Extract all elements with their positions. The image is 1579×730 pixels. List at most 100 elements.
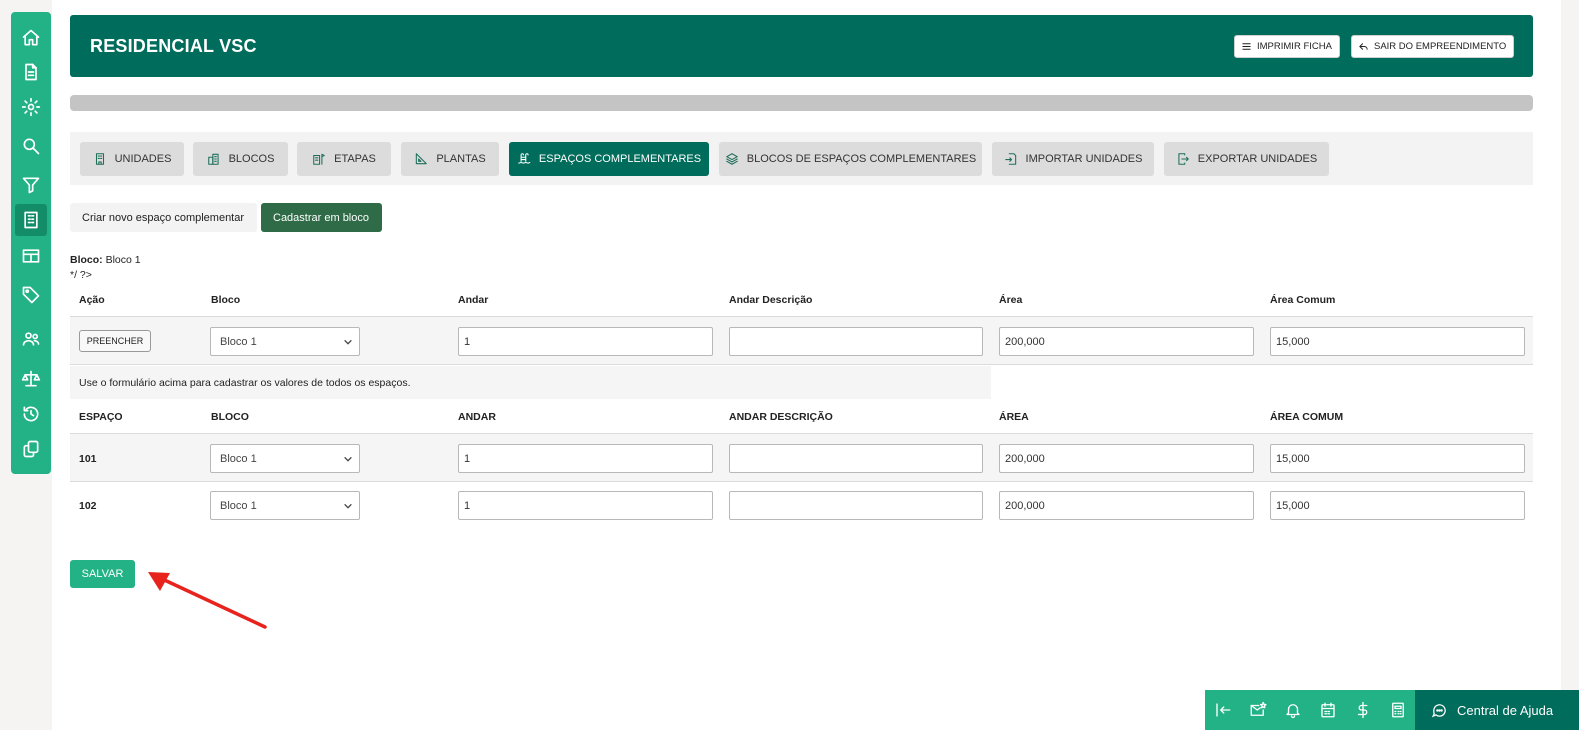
fill-area-input[interactable] [999,327,1254,356]
header-area-comum: Área Comum [1270,294,1336,306]
header-andar-upper: ANDAR [458,411,496,423]
row-andar-input[interactable] [458,444,713,473]
help-center-button[interactable]: Central de Ajuda [1415,690,1579,730]
select-value: Bloco 1 [220,452,257,465]
tab-exportar-unidades[interactable]: EXPORTAR UNIDADES [1164,142,1329,176]
reply-icon [1359,43,1368,50]
help-center-label: Central de Ajuda [1457,702,1554,718]
tab-unidades[interactable]: UNIDADES [80,142,184,176]
sidebar-item-history[interactable] [15,398,47,430]
row-bloco-select[interactable]: Bloco 1 [210,491,360,520]
space-number: 101 [79,453,97,465]
sidebar-item-table[interactable] [15,240,47,272]
notifications-button[interactable] [1275,690,1310,730]
fill-button[interactable]: PREENCHER [79,330,151,352]
sidebar-item-copy[interactable] [15,433,47,465]
row-andar-descricao-input[interactable] [729,491,983,520]
tab-blocos[interactable]: BLOCOS [193,142,288,176]
create-space-button[interactable]: Criar novo espaço complementar [70,203,257,232]
gear-icon [21,97,41,117]
row-andar-input[interactable] [458,491,713,520]
tag-icon [22,286,40,304]
copy-icon [23,440,39,458]
import-icon [1004,153,1016,165]
sidebar [11,12,51,474]
tab-label: PLANTAS [436,153,486,165]
divider [70,481,1533,482]
sidebar-item-home[interactable] [15,22,47,54]
header-acao: Ação [79,294,105,306]
calendar-button[interactable] [1310,690,1345,730]
block-info-value: Bloco 1 [105,254,141,266]
block-info-label: Bloco: [70,254,103,266]
bulk-register-button[interactable]: Cadastrar em bloco [261,203,382,232]
tab-label: UNIDADES [114,153,172,165]
row-area-comum-input[interactable] [1270,491,1525,520]
filter-icon [22,177,40,194]
tab-label: BLOCOS [228,153,275,165]
page-scrollbar[interactable] [1561,0,1579,730]
building-icon [24,211,38,229]
header-andar-descricao: Andar Descrição [729,294,813,306]
fill-andar-descricao-input[interactable] [729,327,983,356]
row-area-input[interactable] [999,444,1254,473]
chevron-down-icon [344,503,352,509]
fill-andar-input[interactable] [458,327,713,356]
bell-icon [1285,704,1300,719]
sidebar-item-search[interactable] [15,130,47,162]
ruler-triangle-icon [416,153,428,165]
chevron-down-icon [344,339,352,345]
table-icon [22,249,40,263]
sidebar-item-filter[interactable] [15,169,47,201]
page-title: RESIDENCIAL VSC [90,36,257,56]
messages-button[interactable] [1240,690,1275,730]
buildings-flag-icon [313,153,325,165]
mail-star-icon [1250,701,1267,716]
row-area-input[interactable] [999,491,1254,520]
save-button[interactable]: SALVAR [70,560,135,588]
row-area-comum-input[interactable] [1270,444,1525,473]
select-value: Bloco 1 [220,499,257,512]
tab-importar-unidades[interactable]: IMPORTAR UNIDADES [992,142,1154,176]
calculator-icon [1391,702,1404,718]
tab-etapas[interactable]: ETAPAS [297,142,391,176]
header-andar-descricao-upper: ANDAR DESCRIÇÃO [729,411,833,423]
sidebar-item-legal[interactable] [15,363,47,395]
print-button[interactable]: IMPRIMIR FICHA [1234,35,1340,58]
header-andar: Andar [458,294,489,306]
header-bloco-upper: BLOCO [211,411,249,423]
sidebar-item-building[interactable] [15,204,47,236]
export-icon [1178,153,1189,165]
sidebar-item-users[interactable] [15,323,47,355]
header-area-upper: ÁREA [999,411,1029,423]
blocks-icon [207,153,219,165]
tab-bar: UNIDADES BLOCOS ETAPAS PLANTAS ESPAÇOS C… [70,132,1533,185]
code-remnant: */ ?> [70,269,92,281]
tab-plantas[interactable]: PLANTAS [401,142,499,176]
sidebar-item-tags[interactable] [15,279,47,311]
tab-espacos-complementares[interactable]: ESPAÇOS COMPLEMENTARES [509,142,709,176]
header-bloco: Bloco [211,294,241,306]
collapse-button[interactable] [1205,690,1240,730]
tab-blocos-espacos[interactable]: BLOCOS DE ESPAÇOS COMPLEMENTARES [719,142,982,176]
document-icon [25,63,37,81]
sidebar-item-documents[interactable] [15,56,47,88]
row-andar-descricao-input[interactable] [729,444,983,473]
scale-icon [21,370,41,387]
annotation-arrow [148,572,267,629]
finance-button[interactable] [1345,690,1380,730]
row-bloco-select[interactable]: Bloco 1 [210,444,360,473]
block-info: Bloco: Bloco 1 [70,254,141,266]
exit-project-button[interactable]: SAIR DO EMPREENDIMENTO [1351,35,1515,58]
header-area: Área [999,294,1023,306]
exit-button-label: SAIR DO EMPREENDIMENTO [1374,41,1507,52]
sidebar-item-settings[interactable] [15,91,47,123]
bottom-toolbar [1205,690,1415,730]
dollar-icon [1357,701,1367,719]
fill-bloco-select[interactable]: Bloco 1 [210,327,360,356]
calendar-icon [1320,702,1335,718]
calculator-button[interactable] [1380,690,1415,730]
instruction-note: Use o formulário acima para cadastrar os… [70,366,991,399]
fill-area-comum-input[interactable] [1270,327,1525,356]
building-icon [95,153,104,165]
